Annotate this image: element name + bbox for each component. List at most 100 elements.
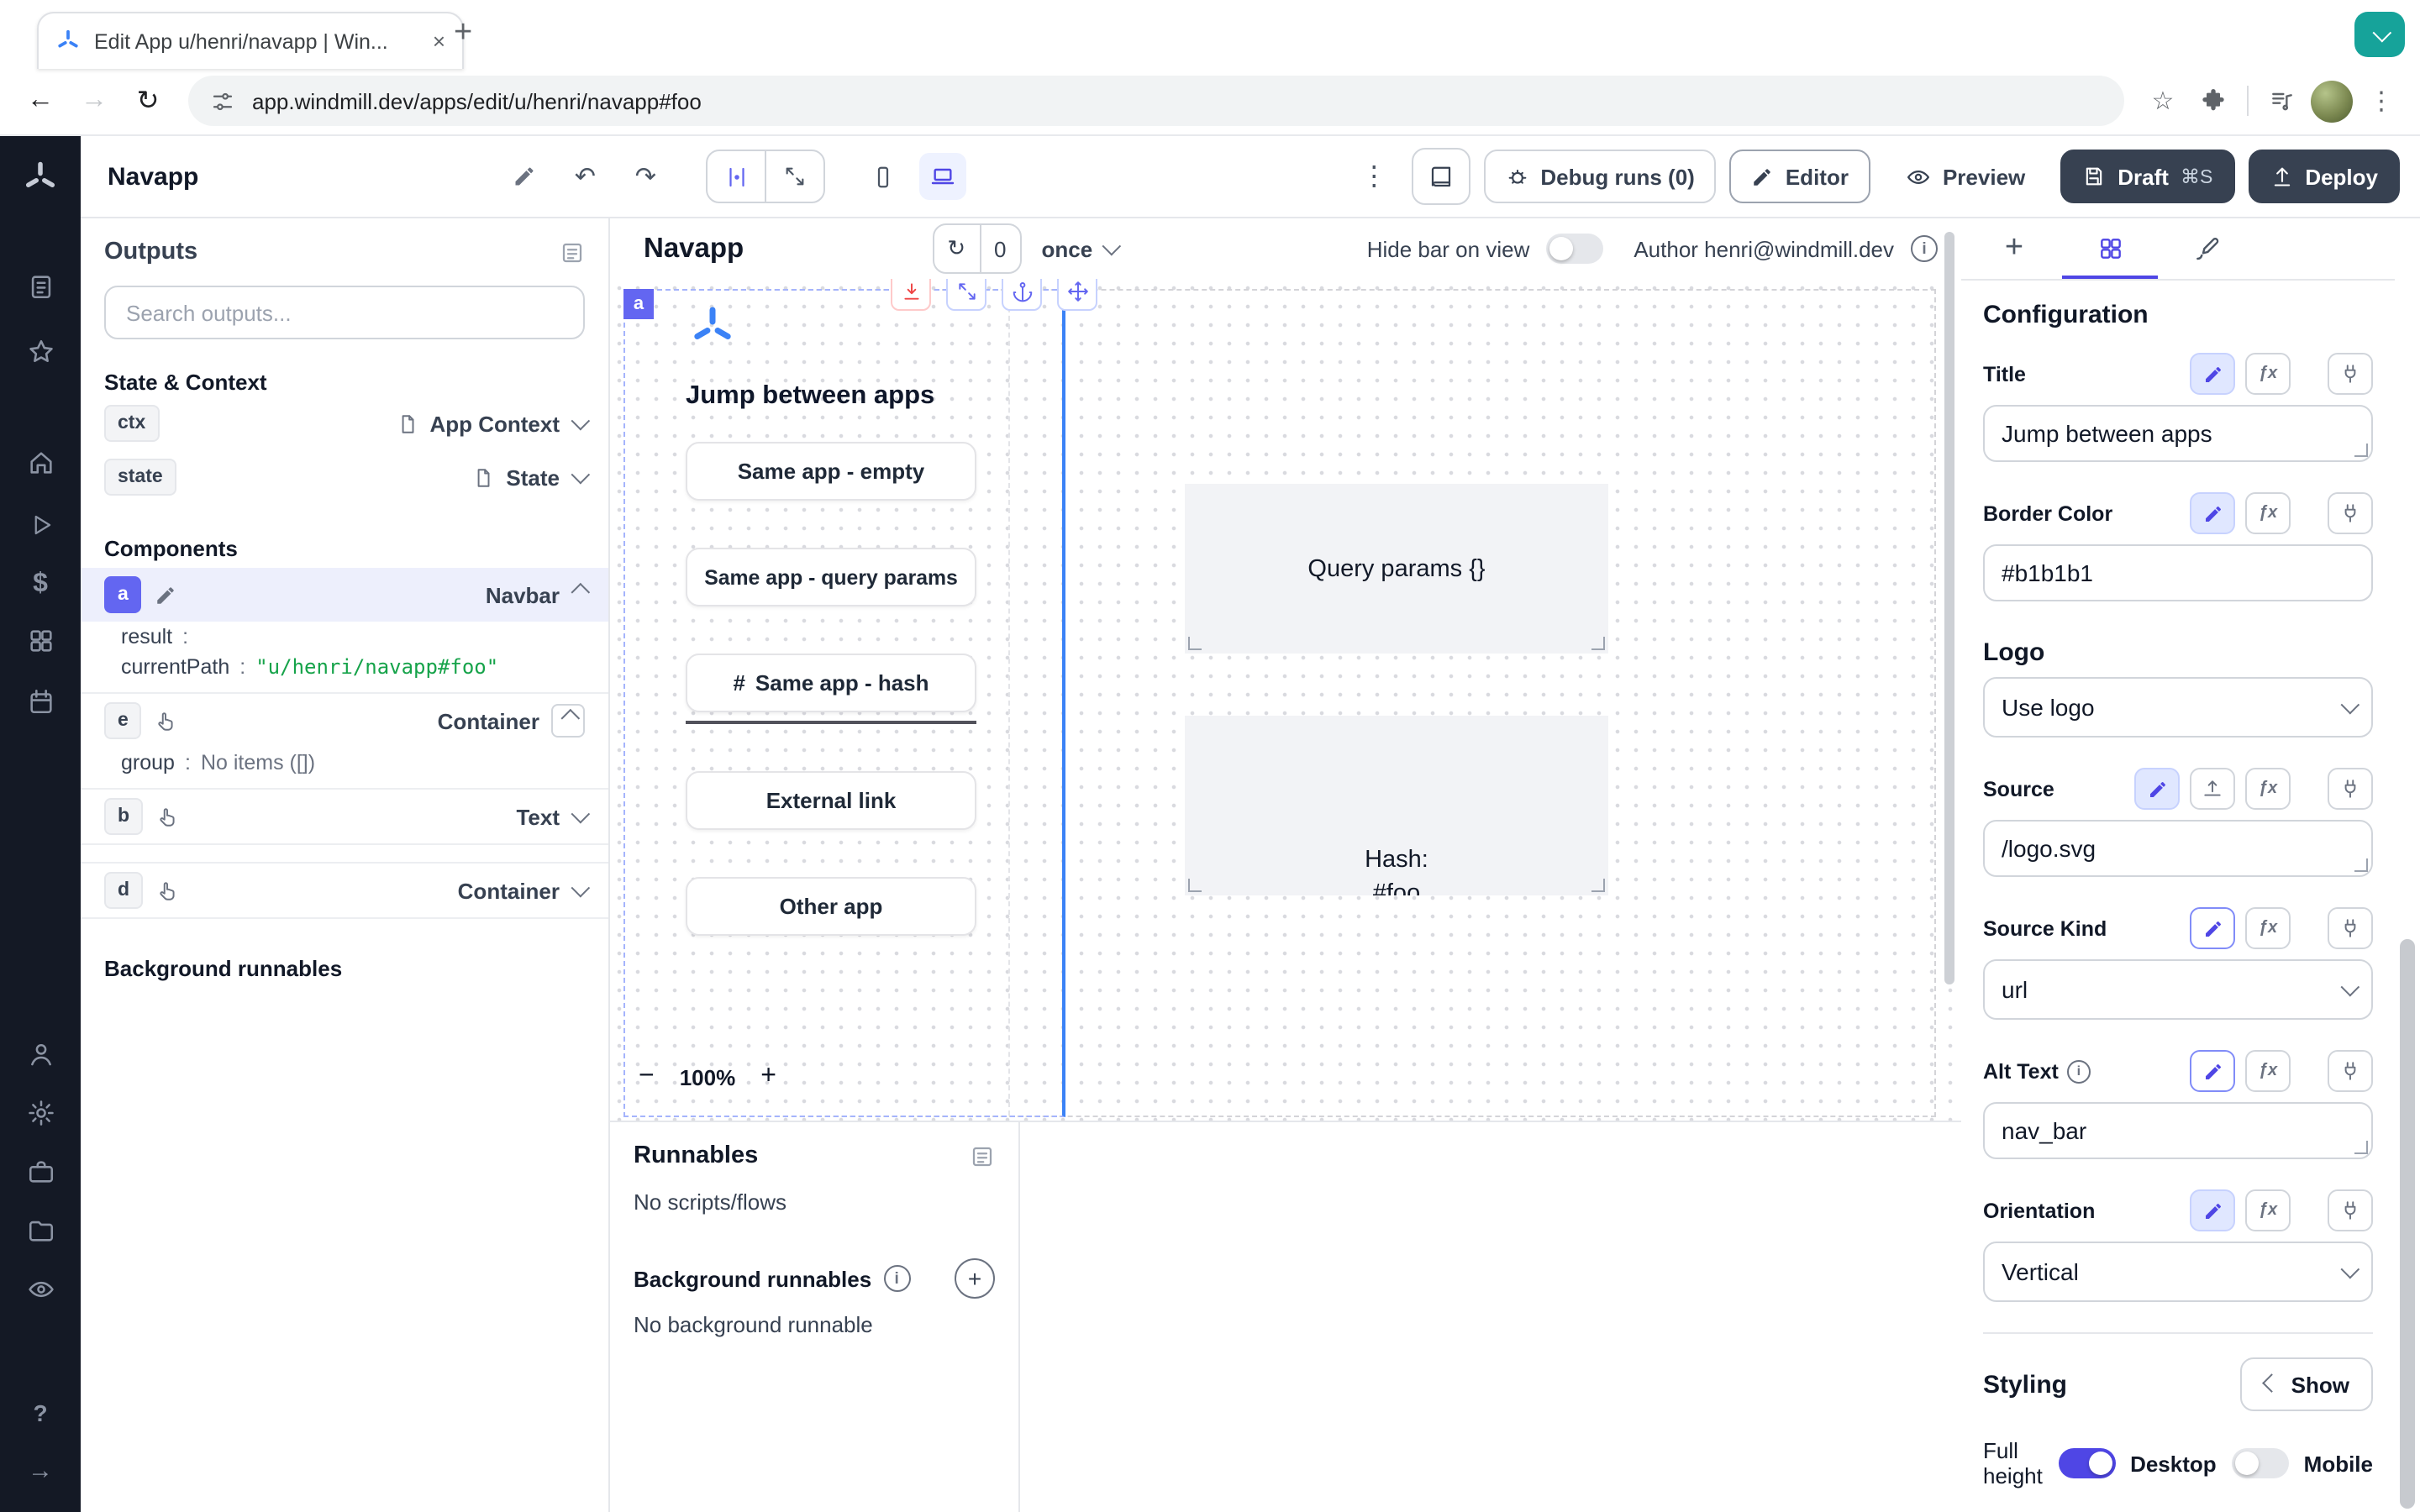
static-edit-icon[interactable] (2190, 1189, 2235, 1231)
undo-icon[interactable]: ↶ (561, 153, 608, 200)
insert-component-button[interactable] (891, 279, 931, 311)
title-input[interactable] (1983, 405, 2373, 462)
docs-book-button[interactable] (1411, 148, 1470, 205)
connect-plug-icon[interactable] (2328, 907, 2373, 949)
browser-tab[interactable]: Edit App u/henri/navapp | Win... × (37, 12, 464, 69)
tab-component-settings[interactable] (2062, 218, 2158, 279)
result-line[interactable]: result: (104, 622, 585, 652)
star-icon[interactable] (20, 333, 60, 370)
logo-select[interactable]: Use logo (1983, 677, 2373, 738)
editor-button[interactable]: Editor (1730, 150, 1870, 203)
chevron-up-icon[interactable] (571, 583, 591, 602)
expand-canvas-button[interactable] (765, 151, 823, 202)
fx-icon[interactable]: ƒx (2245, 1189, 2291, 1231)
selected-navbar-component[interactable]: a (623, 289, 1065, 1117)
resize-handle[interactable] (1188, 637, 1202, 650)
component-row-container-d[interactable]: d Container (81, 862, 608, 919)
draft-button[interactable]: Draft ⌘S (2060, 150, 2234, 203)
border-color-input[interactable] (1983, 544, 2373, 601)
collapse-rail-icon[interactable]: → (20, 1452, 60, 1488)
debug-runs-button[interactable]: Debug runs (0) (1483, 150, 1716, 203)
hash-panel[interactable]: Hash: #foo (1185, 716, 1608, 895)
tab-insert[interactable]: + (1966, 218, 2062, 279)
extensions-icon[interactable] (2191, 79, 2235, 123)
media-controls-icon[interactable] (2260, 79, 2304, 123)
search-input[interactable] (123, 298, 566, 327)
add-background-runnable-button[interactable]: + (955, 1258, 995, 1299)
rename-pencil-icon[interactable] (501, 153, 548, 200)
close-tab-icon[interactable]: × (433, 30, 445, 52)
group-line[interactable]: group: No items ([]) (104, 748, 585, 778)
resize-handle[interactable] (1188, 879, 1202, 892)
runnables-list-icon[interactable] (970, 1143, 995, 1168)
toolbox-icon[interactable] (20, 1152, 60, 1189)
canvas-scrollbar[interactable] (1944, 232, 1954, 984)
center-canvas-button[interactable] (708, 151, 765, 202)
bookmark-star-icon[interactable]: ☆ (2141, 79, 2185, 123)
static-edit-icon[interactable] (2190, 1050, 2235, 1092)
static-edit-icon[interactable] (2190, 492, 2235, 534)
fx-icon[interactable]: ƒx (2245, 768, 2291, 810)
schedule-dropdown[interactable]: once (1042, 236, 1117, 261)
static-edit-icon[interactable] (2134, 768, 2180, 810)
edit-pencil-icon[interactable] (155, 584, 177, 606)
hide-bar-toggle[interactable] (1546, 234, 1603, 264)
resize-handle[interactable] (1591, 637, 1605, 650)
fx-icon[interactable]: ƒx (2245, 353, 2291, 395)
tab-theme-brush[interactable] (2158, 218, 2254, 279)
nav-link-query-params[interactable]: Same app - query params (686, 548, 976, 606)
component-row-container-e[interactable]: e Container (81, 692, 608, 748)
chevron-down-icon[interactable] (571, 465, 591, 485)
resize-handle[interactable] (2354, 858, 2368, 872)
fx-icon[interactable]: ƒx (2245, 1050, 2291, 1092)
resize-handle[interactable] (2354, 1141, 2368, 1154)
chevron-down-icon[interactable] (571, 879, 591, 898)
outputs-list-icon[interactable] (560, 239, 585, 265)
resize-handle[interactable] (2354, 444, 2368, 457)
fx-icon[interactable]: ƒx (2245, 907, 2291, 949)
schedules-calendar-icon[interactable] (20, 682, 60, 719)
browser-menu-icon[interactable]: ⋮ (2360, 79, 2403, 123)
window-scrollbar[interactable] (2395, 218, 2420, 1512)
component-row-navbar[interactable]: a Navbar (81, 568, 608, 622)
info-icon[interactable]: i (2067, 1059, 2091, 1083)
address-bar[interactable]: app.windmill.dev/apps/edit/u/henri/navap… (188, 76, 2124, 126)
nav-link-other-app[interactable]: Other app (686, 877, 976, 936)
component-row-text-b[interactable]: b Text (81, 788, 608, 845)
anchor-component-button[interactable] (1002, 279, 1042, 311)
mobile-view-icon[interactable] (859, 153, 906, 200)
full-height-toggle[interactable] (2058, 1448, 2115, 1478)
zoom-out-button[interactable]: − (639, 1062, 655, 1092)
state-row[interactable]: state State (81, 452, 608, 502)
static-edit-icon[interactable] (2190, 907, 2235, 949)
connect-plug-icon[interactable] (2328, 1050, 2373, 1092)
reload-icon[interactable]: ↻ (124, 77, 171, 124)
connect-plug-icon[interactable] (2328, 1189, 2373, 1231)
chevron-down-icon[interactable] (571, 412, 591, 431)
orientation-select[interactable]: Vertical (1983, 1242, 2373, 1302)
help-icon[interactable]: ? (20, 1394, 60, 1431)
alt-text-input[interactable] (1983, 1102, 2373, 1159)
source-input[interactable] (1983, 820, 2373, 877)
folder-icon[interactable] (20, 1211, 60, 1248)
fx-icon[interactable]: ƒx (2245, 492, 2291, 534)
variables-dollar-icon[interactable]: $ (20, 566, 60, 603)
resources-icon[interactable] (20, 622, 60, 659)
home-icon[interactable] (20, 444, 60, 480)
windmill-logo[interactable] (20, 160, 60, 197)
runs-play-icon[interactable] (20, 506, 60, 543)
move-component-button[interactable] (1057, 279, 1097, 311)
info-icon[interactable]: i (883, 1265, 910, 1292)
back-icon[interactable]: ← (17, 77, 64, 124)
collapse-button[interactable] (551, 704, 585, 738)
canvas[interactable]: a (610, 279, 1961, 1121)
ctx-row[interactable]: ctx App Context (81, 398, 608, 449)
tune-icon[interactable] (210, 88, 235, 113)
source-kind-select[interactable]: url (1983, 959, 2373, 1020)
styling-show-button[interactable]: Show (2241, 1357, 2373, 1411)
connect-plug-icon[interactable] (2328, 492, 2373, 534)
deploy-button[interactable]: Deploy (2248, 150, 2400, 203)
current-path-line[interactable]: currentPath: "u/henri/navapp#foo" (104, 652, 585, 682)
new-tab-button[interactable]: + (454, 15, 472, 52)
connect-plug-icon[interactable] (2328, 768, 2373, 810)
